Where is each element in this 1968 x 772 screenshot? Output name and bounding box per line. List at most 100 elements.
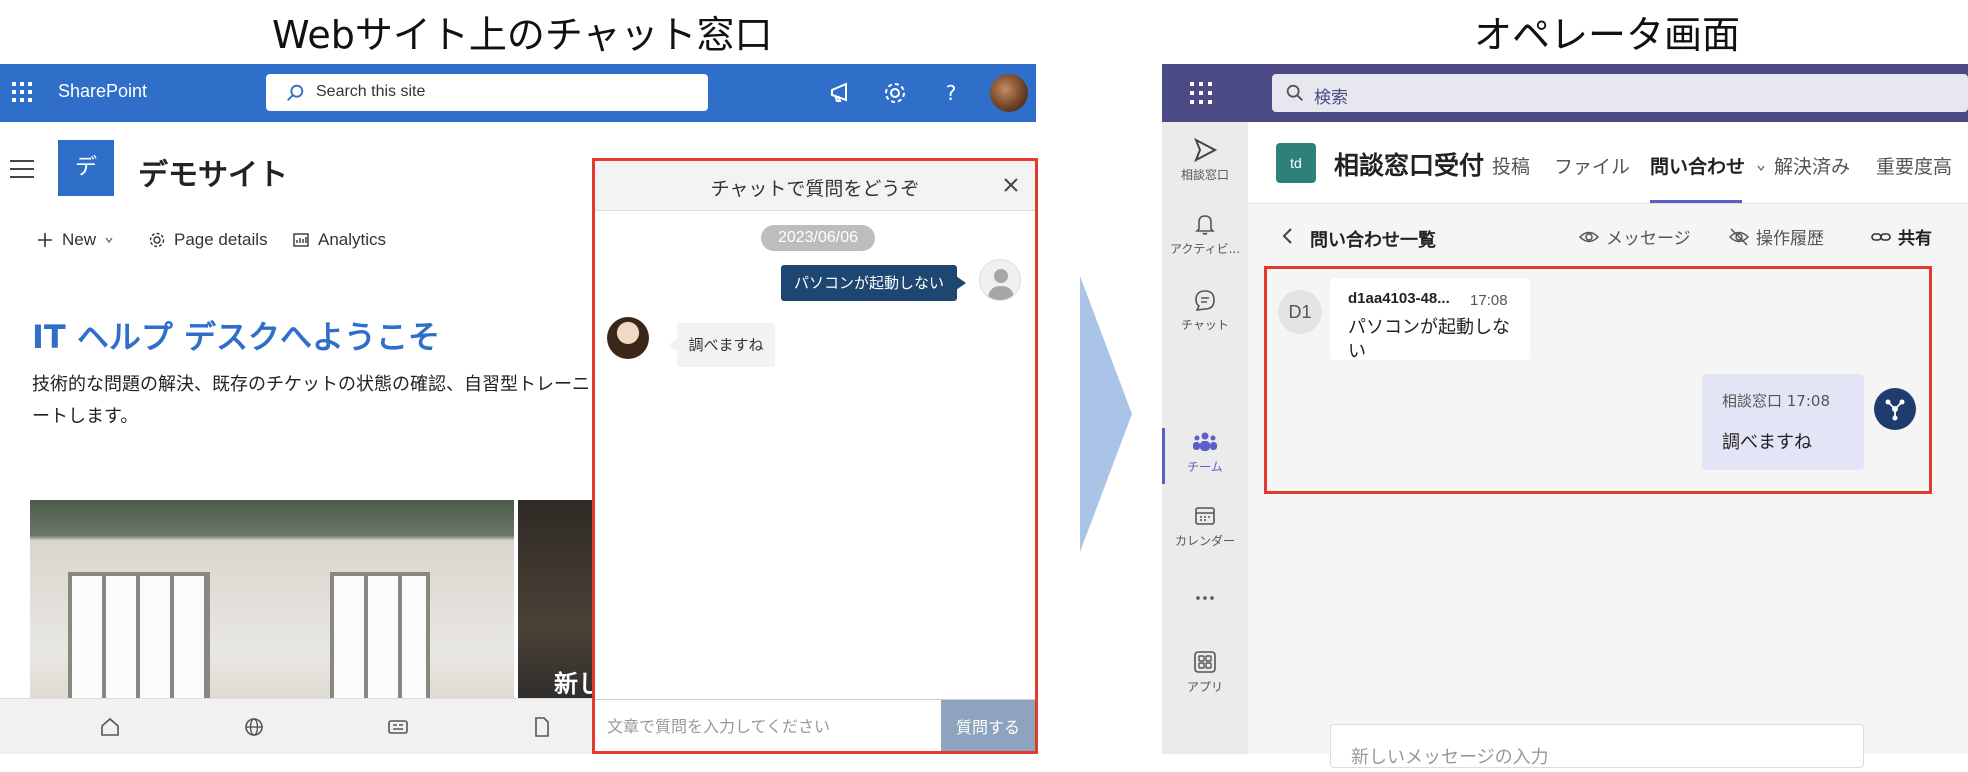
tab-posts[interactable]: 投稿 [1492, 152, 1530, 179]
rail-label: アクティビ... [1169, 242, 1241, 256]
teams-app-rail: 相談窓口 アクティビ... チャット チーム カレンダー アプリ [1162, 122, 1248, 754]
customer-message-text: パソコンが起動しない [1348, 317, 1510, 360]
rail-label: 相談窓口 [1180, 168, 1229, 182]
analytics-label: Analytics [318, 230, 387, 249]
rail-item-consult[interactable]: 相談窓口 [1162, 136, 1248, 183]
chevron-left-icon[interactable] [1280, 226, 1296, 246]
sharepoint-brand[interactable]: SharePoint [58, 81, 147, 102]
share-button[interactable]: 共有 [1870, 224, 1932, 249]
description-line-1: 技術的な問題の解決、既存のチケットの状態の確認、自習型トレーニ [32, 374, 590, 395]
site-search-box[interactable]: Search this site [266, 74, 708, 111]
link-icon [1871, 232, 1891, 241]
chevron-down-icon [1757, 165, 1765, 172]
messages-button[interactable]: メッセージ [1578, 224, 1691, 249]
teams-icon [1193, 432, 1217, 451]
megaphone-icon[interactable] [826, 78, 856, 108]
tab-files[interactable]: ファイル [1554, 152, 1630, 179]
screenshot-root: Webサイト上のチャット窓口 オペレータ画面 SharePoint Search… [0, 0, 1968, 772]
rail-item-more[interactable] [1162, 584, 1248, 612]
app-launcher-icon[interactable] [1190, 82, 1212, 104]
rail-item-activity[interactable]: アクティビ... [1162, 210, 1248, 257]
search-icon [287, 84, 304, 101]
analytics-icon [293, 233, 309, 247]
calendar-icon [1195, 507, 1215, 525]
rail-label: カレンダー [1174, 534, 1235, 548]
agent-message-text: 調べますね [1722, 432, 1812, 453]
rail-label: チーム [1187, 460, 1223, 474]
user-message-bubble: パソコンが起動しない [781, 265, 966, 301]
globe-icon[interactable] [242, 715, 266, 739]
help-icon[interactable]: ? [936, 78, 966, 108]
bot-share-icon [1885, 399, 1905, 421]
tab-inquiries-label: 問い合わせ [1650, 156, 1746, 178]
user-avatar[interactable] [990, 74, 1028, 112]
right-caption: オペレータ画面 [1474, 13, 1741, 57]
bell-icon [1195, 215, 1215, 235]
tab-inquiries[interactable]: 問い合わせ [1650, 152, 1766, 179]
rail-item-chat[interactable]: チャット [1162, 286, 1248, 333]
close-icon[interactable] [999, 173, 1023, 197]
chat-header: チャットで質問をどうぞ [595, 161, 1035, 211]
plus-icon [38, 233, 52, 247]
gear-icon [149, 232, 165, 248]
active-tab-underline [1650, 200, 1742, 203]
inquiry-subheader: 問い合わせ一覧 メッセージ 操作履歴 共有 [1248, 204, 1968, 268]
customer-avatar[interactable]: D1 [1278, 290, 1322, 334]
team-name[interactable]: 相談窓口受付 [1334, 146, 1484, 182]
channel-header: td 相談窓口受付 投稿 ファイル 問い合わせ 解決済み 重要度高 [1248, 122, 1968, 204]
customer-message-card[interactable]: d1aa4103-48... 17:08 パソコンが起動しない [1330, 278, 1530, 360]
document-icon[interactable] [530, 715, 554, 739]
rail-item-apps[interactable]: アプリ [1162, 648, 1248, 695]
compose-box[interactable]: 新しいメッセージの入力 [1330, 724, 1864, 768]
rail-label: チャット [1181, 318, 1229, 332]
inquiry-list-title[interactable]: 問い合わせ一覧 [1310, 226, 1436, 252]
rail-item-calendar[interactable]: カレンダー [1162, 502, 1248, 549]
eye-off-icon [1728, 227, 1750, 246]
chat-date-badge: 2023/06/06 [761, 225, 875, 251]
site-logo[interactable]: デ [58, 140, 114, 196]
teams-search-box[interactable]: 検索 [1272, 74, 1968, 112]
user-avatar-icon [979, 259, 1021, 301]
history-button[interactable]: 操作履歴 [1728, 224, 1824, 249]
chat-question-input[interactable] [595, 700, 939, 751]
rail-label: アプリ [1186, 680, 1223, 694]
page-details-command[interactable]: Page details [148, 230, 268, 250]
description-line-2: ートします。 [32, 406, 139, 427]
eye-icon [1578, 231, 1600, 242]
teams-search-placeholder: 検索 [1314, 88, 1348, 108]
left-caption: Webサイト上のチャット窓口 [272, 13, 773, 57]
send-icon [1194, 137, 1218, 163]
bot-avatar[interactable] [1874, 388, 1916, 430]
apps-icon [1194, 651, 1216, 673]
chevron-down-icon [105, 237, 113, 244]
chat-title: チャットで質問をどうぞ [710, 178, 920, 200]
hamburger-menu-icon[interactable] [10, 160, 34, 180]
customer-message-time: 17:08 [1470, 292, 1508, 309]
analytics-command[interactable]: Analytics [292, 230, 386, 250]
search-placeholder: Search this site [316, 83, 426, 100]
agent-message-meta: 相談窓口 17:08 [1722, 392, 1830, 410]
new-command[interactable]: New [36, 230, 114, 250]
gear-icon[interactable] [880, 78, 910, 108]
app-launcher-icon[interactable] [12, 82, 32, 102]
messages-label: メッセージ [1606, 229, 1691, 249]
bot-avatar [607, 317, 649, 359]
search-icon [1286, 84, 1303, 101]
tab-high-priority[interactable]: 重要度高 [1876, 152, 1952, 179]
flow-arrow [1080, 276, 1132, 552]
team-avatar[interactable]: td [1276, 143, 1316, 183]
customer-id: d1aa4103-48... [1348, 290, 1450, 307]
agent-message-card[interactable]: 相談窓口 17:08 調べますね [1702, 374, 1864, 470]
bot-message-bubble: 調べますね [668, 323, 775, 367]
rail-item-teams[interactable]: チーム [1162, 428, 1248, 475]
share-label: 共有 [1898, 229, 1932, 249]
site-title[interactable]: デモサイト [138, 150, 288, 194]
home-icon[interactable] [98, 715, 122, 739]
new-command-label: New [62, 230, 97, 249]
ask-button[interactable]: 質問する [941, 700, 1035, 751]
news-icon[interactable] [386, 715, 410, 739]
more-icon [1196, 596, 1214, 600]
tab-resolved[interactable]: 解決済み [1774, 152, 1850, 179]
chat-input-area: 質問する [595, 699, 1035, 751]
chat-widget: チャットで質問をどうぞ 2023/06/06 パソコンが起動しない 調べますね … [592, 158, 1038, 754]
